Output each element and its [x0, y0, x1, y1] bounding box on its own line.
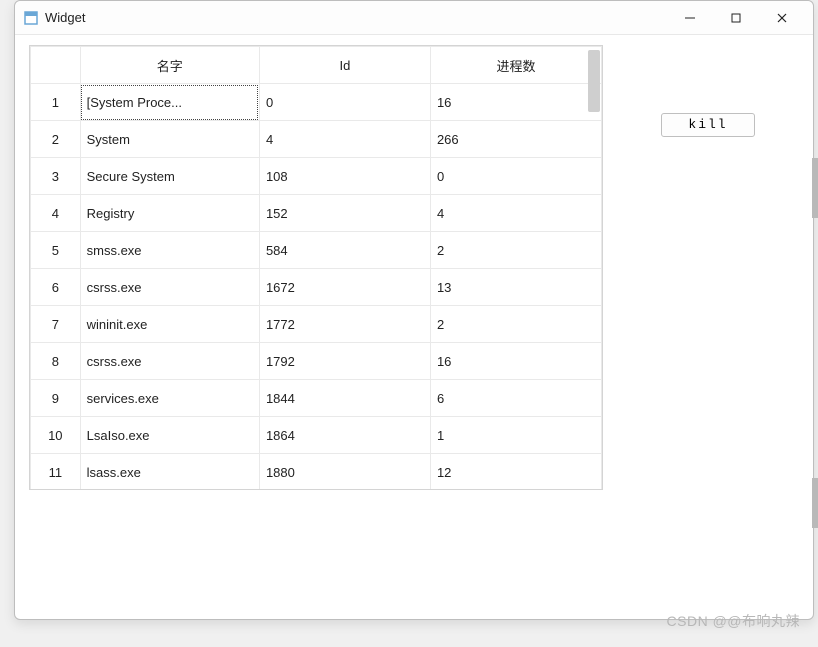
cell-id[interactable]: 1792: [259, 343, 430, 380]
cell-name[interactable]: [System Proce...: [80, 84, 259, 121]
cell-threads[interactable]: 16: [430, 84, 601, 121]
process-table-container: 名字 Id 进程数 1[System Proce...0162System426…: [29, 45, 603, 490]
table-row[interactable]: 8csrss.exe179216: [31, 343, 602, 380]
row-number[interactable]: 1: [31, 84, 81, 121]
cell-threads[interactable]: 13: [430, 269, 601, 306]
row-number[interactable]: 6: [31, 269, 81, 306]
cell-name[interactable]: services.exe: [80, 380, 259, 417]
cell-id[interactable]: 4: [259, 121, 430, 158]
table-scrollbar[interactable]: [588, 48, 600, 488]
table-row[interactable]: 3Secure System1080: [31, 158, 602, 195]
table-row[interactable]: 1[System Proce...016: [31, 84, 602, 121]
cell-name[interactable]: csrss.exe: [80, 343, 259, 380]
maximize-button[interactable]: [713, 3, 759, 33]
table-row[interactable]: 9services.exe18446: [31, 380, 602, 417]
cell-id[interactable]: 152: [259, 195, 430, 232]
app-window: Widget 名字 Id 进程数: [14, 0, 814, 620]
cell-name[interactable]: lsass.exe: [80, 454, 259, 491]
cell-threads[interactable]: 1: [430, 417, 601, 454]
process-table[interactable]: 名字 Id 进程数 1[System Proce...0162System426…: [30, 46, 602, 490]
cell-name[interactable]: wininit.exe: [80, 306, 259, 343]
cell-name[interactable]: System: [80, 121, 259, 158]
window-title: Widget: [45, 10, 85, 25]
cell-name[interactable]: csrss.exe: [80, 269, 259, 306]
cell-id[interactable]: 1880: [259, 454, 430, 491]
row-number[interactable]: 10: [31, 417, 81, 454]
table-row[interactable]: 7wininit.exe17722: [31, 306, 602, 343]
scrollbar-thumb[interactable]: [588, 50, 600, 112]
outer-scroll-indicator: [810, 38, 818, 598]
cell-id[interactable]: 1844: [259, 380, 430, 417]
row-number[interactable]: 4: [31, 195, 81, 232]
cell-name[interactable]: LsaIso.exe: [80, 417, 259, 454]
cell-threads[interactable]: 266: [430, 121, 601, 158]
table-row[interactable]: 11lsass.exe188012: [31, 454, 602, 491]
corner-header[interactable]: [31, 47, 81, 84]
cell-threads[interactable]: 0: [430, 158, 601, 195]
client-area: 名字 Id 进程数 1[System Proce...0162System426…: [15, 35, 813, 619]
row-number[interactable]: 8: [31, 343, 81, 380]
row-number[interactable]: 7: [31, 306, 81, 343]
cell-id[interactable]: 1772: [259, 306, 430, 343]
close-button[interactable]: [759, 3, 805, 33]
titlebar[interactable]: Widget: [15, 1, 813, 35]
cell-id[interactable]: 0: [259, 84, 430, 121]
app-icon: [23, 10, 39, 26]
minimize-button[interactable]: [667, 3, 713, 33]
side-panel: kill: [633, 45, 783, 137]
table-header-row: 名字 Id 进程数: [31, 47, 602, 84]
cell-threads[interactable]: 16: [430, 343, 601, 380]
cell-id[interactable]: 1672: [259, 269, 430, 306]
row-number[interactable]: 11: [31, 454, 81, 491]
cell-id[interactable]: 1864: [259, 417, 430, 454]
kill-button[interactable]: kill: [661, 113, 755, 137]
cell-threads[interactable]: 2: [430, 306, 601, 343]
cell-threads[interactable]: 4: [430, 195, 601, 232]
cell-threads[interactable]: 12: [430, 454, 601, 491]
header-threads[interactable]: 进程数: [430, 47, 601, 84]
cell-id[interactable]: 108: [259, 158, 430, 195]
header-id[interactable]: Id: [259, 47, 430, 84]
table-row[interactable]: 2System4266: [31, 121, 602, 158]
row-number[interactable]: 9: [31, 380, 81, 417]
row-number[interactable]: 3: [31, 158, 81, 195]
table-row[interactable]: 5smss.exe5842: [31, 232, 602, 269]
row-number[interactable]: 5: [31, 232, 81, 269]
cell-name[interactable]: Registry: [80, 195, 259, 232]
cell-threads[interactable]: 2: [430, 232, 601, 269]
table-row[interactable]: 4Registry1524: [31, 195, 602, 232]
table-row[interactable]: 6csrss.exe167213: [31, 269, 602, 306]
row-number[interactable]: 2: [31, 121, 81, 158]
header-name[interactable]: 名字: [80, 47, 259, 84]
cell-id[interactable]: 584: [259, 232, 430, 269]
table-row[interactable]: 10LsaIso.exe18641: [31, 417, 602, 454]
cell-threads[interactable]: 6: [430, 380, 601, 417]
cell-name[interactable]: Secure System: [80, 158, 259, 195]
cell-name[interactable]: smss.exe: [80, 232, 259, 269]
